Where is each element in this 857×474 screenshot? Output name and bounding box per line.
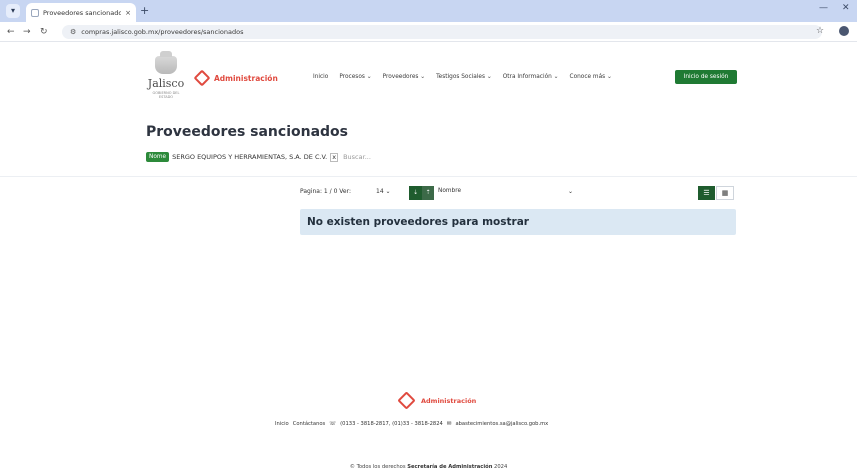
- footer-link-inicio[interactable]: Inicio: [275, 421, 289, 427]
- mail-icon: ✉: [446, 421, 452, 427]
- copyright-year: 2024: [494, 464, 508, 470]
- footer-links: Inicio Contáctanos ☏ (0133 - 3818-2817, …: [275, 421, 548, 427]
- diamond-logo-icon: [397, 391, 416, 410]
- sort-descending-button[interactable]: ⇡: [422, 186, 434, 200]
- per-page-select[interactable]: 14 ⌄: [376, 188, 391, 195]
- list-view-icon[interactable]: ☰: [698, 186, 715, 200]
- jalisco-logo[interactable]: Jalisco GOBIERNO DEL ESTADO: [146, 51, 186, 100]
- copyright-org: Secretaría de Administración: [407, 464, 493, 470]
- copyright-prefix: © Todos los derechos: [349, 464, 406, 470]
- close-window-icon[interactable]: ✕: [842, 3, 850, 13]
- tab-search-icon[interactable]: ▾: [6, 4, 20, 18]
- results-toolbar: Pagina: 1 / 0 Ver: 14 ⌄ ⇣ ⇡ Nombre ⌄ ☰ ▦: [300, 186, 736, 200]
- nav-proveedores[interactable]: Proveedores ⌄: [383, 74, 426, 80]
- new-tab-icon[interactable]: +: [140, 4, 149, 18]
- filter-remove-icon[interactable]: x: [330, 152, 339, 162]
- footer-link-contacto[interactable]: Contáctanos: [293, 421, 326, 427]
- site-header: Jalisco GOBIERNO DEL ESTADO Administraci…: [0, 42, 857, 104]
- brand-name: Administración: [214, 73, 278, 83]
- back-arrow-icon[interactable]: ←: [7, 26, 15, 38]
- nav-conoce-mas[interactable]: Conoce más ⌄: [570, 74, 612, 80]
- bookmark-star-icon[interactable]: ☆: [816, 26, 824, 36]
- filter-search-input[interactable]: Buscar...: [343, 153, 371, 161]
- empty-results-alert: No existen proveedores para mostrar: [300, 209, 736, 235]
- diamond-logo-icon: [193, 69, 211, 87]
- login-button[interactable]: Inicio de sesión: [675, 70, 737, 84]
- url-text: compras.jalisco.gob.mx/proveedores/sanci…: [81, 28, 244, 36]
- minimize-icon[interactable]: —: [819, 3, 828, 13]
- empty-message: No existen proveedores para mostrar: [307, 216, 529, 228]
- logo-subtext: GOBIERNO DEL ESTADO: [152, 91, 180, 99]
- sort-field-select[interactable]: Nombre: [438, 188, 461, 194]
- filter-bar: Nome SERGO EQUIPOS Y HERRAMIENTAS, S.A. …: [146, 152, 371, 162]
- nav-inicio[interactable]: Inicio: [313, 74, 328, 80]
- url-field[interactable]: ⚙ compras.jalisco.gob.mx/proveedores/san…: [62, 25, 822, 39]
- nav-testigos-sociales[interactable]: Testigos Sociales ⌄: [436, 74, 492, 80]
- address-bar-row: ← → ↻ ⚙ compras.jalisco.gob.mx/proveedor…: [0, 22, 857, 42]
- page-title: Proveedores sancionados: [146, 124, 348, 140]
- crest-icon: [155, 51, 177, 74]
- administracion-logo[interactable]: Administración: [193, 69, 278, 87]
- footer-email[interactable]: abastecimientos.sa@jalisco.gob.mx: [455, 421, 548, 427]
- sort-ascending-button[interactable]: ⇣: [409, 186, 422, 200]
- footer-phone: (0133 - 3818-2817, (01)33 - 3818-2824: [340, 421, 443, 427]
- logo-text: Jalisco: [147, 77, 185, 90]
- main-nav: Inicio Procesos ⌄ Proveedores ⌄ Testigos…: [313, 74, 612, 80]
- browser-tab-bar: ▾ Proveedores sancionados | Si × + — ✕: [0, 0, 857, 22]
- reload-icon[interactable]: ↻: [40, 26, 48, 38]
- footer-brand-name: Administración: [421, 396, 477, 405]
- tab-title: Proveedores sancionados | Si: [43, 8, 122, 17]
- pagination-info: Pagina: 1 / 0 Ver:: [300, 188, 351, 195]
- phone-icon: ☏: [329, 421, 337, 427]
- page-favicon-icon: [31, 8, 39, 17]
- tab-close-icon[interactable]: ×: [125, 9, 131, 17]
- chevron-down-icon[interactable]: ⌄: [568, 188, 573, 195]
- site-info-icon[interactable]: ⚙: [70, 28, 76, 36]
- divider: [0, 176, 857, 177]
- profile-avatar-icon[interactable]: [839, 26, 849, 36]
- browser-tab[interactable]: Proveedores sancionados | Si ×: [26, 3, 136, 22]
- filter-field-label: Nome: [146, 152, 170, 162]
- grid-view-icon[interactable]: ▦: [716, 186, 734, 200]
- filter-value: SERGO EQUIPOS Y HERRAMIENTAS, S.A. DE C.…: [172, 153, 328, 161]
- nav-procesos[interactable]: Procesos ⌄: [339, 74, 371, 80]
- nav-otra-informacion[interactable]: Otra Información ⌄: [503, 74, 559, 80]
- copyright: © Todos los derechos Secretaría de Admin…: [0, 464, 857, 470]
- footer-logo[interactable]: Administración: [397, 391, 477, 410]
- forward-arrow-icon[interactable]: →: [23, 26, 31, 38]
